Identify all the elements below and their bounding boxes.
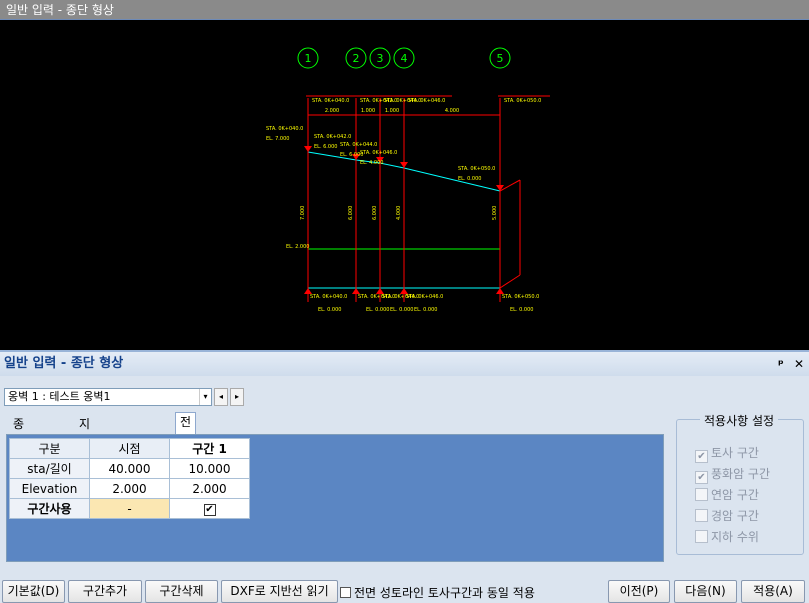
bottom-el-label: EL. 0.000: [390, 307, 413, 313]
height-label: 7.000: [300, 206, 306, 220]
cell-start-sta[interactable]: 40.000: [89, 458, 170, 479]
setting-soft-rock[interactable]: 연암 구간: [695, 486, 759, 503]
bottom-el-label: EL. 0.000: [366, 307, 389, 313]
station-marker-label: 4: [401, 52, 408, 65]
dimension-label: 4.000: [445, 108, 459, 114]
bottom-sta-label: STA. 0K+046.0: [406, 294, 443, 300]
bottom-sta-label: STA. 0K+050.0: [502, 294, 539, 300]
panel-header: 일반 입력 - 종단 형상 ᵖ ✕: [0, 352, 809, 376]
ground-el-label: EL. 7.000: [266, 136, 289, 142]
tab-ground-rock[interactable]: 지반선/암선 정보: [74, 414, 99, 539]
setting-groundwater[interactable]: 지하 수위: [695, 528, 759, 545]
cell-start-elevation[interactable]: 2.000: [89, 478, 170, 499]
profile-drawing: 1 2 3 4 5 STA. 0K+040.0 EL. 0.000 7.000 STA. 0K+…: [266, 47, 550, 313]
cell-seg1-length[interactable]: 10.000: [169, 458, 250, 479]
wall-selector[interactable]: 옹벽 1 : 테스트 옹벽1 ▾: [4, 388, 212, 406]
same-apply-checkbox[interactable]: [340, 587, 351, 598]
tab-front-soil[interactable]: 전면 토사: [175, 412, 197, 483]
apply-button[interactable]: 적용(A): [741, 580, 805, 603]
bottom-sta-label: STA. 0K+040.0: [310, 294, 347, 300]
next-wall-button[interactable]: ▸: [230, 388, 244, 406]
cad-drawing-canvas[interactable]: 1 2 3 4 5 STA. 0K+040.0 EL. 0.000 7.000 STA. 0K+…: [0, 20, 809, 350]
default-button[interactable]: 기본값(D): [2, 580, 65, 603]
settings-title: 적용사항 설정: [700, 412, 779, 429]
station-marker-label: 2: [353, 52, 360, 65]
checkbox[interactable]: ✔: [695, 471, 708, 484]
ground-sta-label: STA. 0K+044.0: [340, 142, 377, 148]
cell-seg1-elevation[interactable]: 2.000: [169, 478, 250, 499]
close-icon[interactable]: ✕: [794, 352, 804, 376]
table-row: sta/길이 40.000 10.000: [9, 458, 250, 479]
wall-selector-value: 옹벽 1 : 테스트 옹벽1: [8, 390, 111, 403]
window-title: 일반 입력 - 종단 형상: [0, 0, 809, 20]
ground-arrow: [304, 146, 312, 152]
next-button[interactable]: 다음(N): [674, 580, 737, 603]
mid-level-label: EL. 2.000: [286, 244, 309, 250]
checkbox[interactable]: [695, 530, 708, 543]
setting-weathered-rock[interactable]: ✔ 풍화암 구간: [695, 465, 770, 484]
chevron-down-icon[interactable]: ▾: [199, 389, 211, 405]
same-apply-option[interactable]: 전면 성토라인 토사구간과 동일 적용: [340, 584, 535, 601]
setting-label: 경암 구간: [711, 509, 759, 523]
row-label: Elevation: [9, 478, 90, 499]
cell-seg1-use[interactable]: ✔: [169, 498, 250, 519]
table-row: Elevation 2.000 2.000: [9, 478, 250, 499]
row-label: 구간사용: [9, 498, 90, 519]
station-marker-label: 3: [377, 52, 384, 65]
top-sta-label: STA. 0K+040.0: [312, 98, 349, 104]
ground-sta-label: STA. 0K+046.0: [360, 150, 397, 156]
dimension-label: 1.000: [361, 108, 375, 114]
data-grid: 구분 시점 구간 1 sta/길이 40.000 10.000 Elevatio…: [9, 438, 250, 519]
add-segment-button[interactable]: 구간추가: [68, 580, 142, 603]
ground-el-label: EL. 0.000: [458, 176, 481, 182]
ground-el-label: EL. 6.000: [314, 144, 337, 150]
wall-edge-line: [499, 274, 521, 289]
table-row: 구간사용 - ✔: [9, 498, 250, 519]
ground-sta-label: STA. 0K+042.0: [314, 134, 351, 140]
cell-start-use: -: [89, 498, 170, 519]
top-sta-label: STA. 0K+046.0: [408, 98, 445, 104]
station-marker-label: 1: [305, 52, 312, 65]
height-label: 6.000: [372, 206, 378, 220]
ground-sta-label: STA. 0K+050.0: [458, 166, 495, 172]
grid-header-segment1: 구간 1: [169, 438, 250, 459]
ground-sta-label: STA. 0K+040.0: [266, 126, 303, 132]
height-label: 4.000: [396, 206, 402, 220]
bottom-el-label: EL. 0.000: [414, 307, 437, 313]
data-grid-area: 구분 시점 구간 1 sta/길이 40.000 10.000 Elevatio…: [6, 434, 664, 562]
setting-label: 풍화암 구간: [711, 467, 771, 481]
top-sta-label: STA. 0K+050.0: [504, 98, 541, 104]
delete-segment-button[interactable]: 구간삭제: [145, 580, 218, 603]
bottom-el-label: EL. 0.000: [318, 307, 341, 313]
dxf-read-button[interactable]: DXF로 지반선 읽기: [221, 580, 338, 603]
prev-button[interactable]: 이전(P): [608, 580, 670, 603]
panel-title: 일반 입력 - 종단 형상: [4, 356, 124, 371]
segment-use-checkbox[interactable]: ✔: [203, 504, 216, 516]
height-label: 5.000: [492, 206, 498, 220]
same-apply-label: 전면 성토라인 토사구간과 동일 적용: [354, 586, 535, 600]
ground-el-label: EL. 4.000: [360, 160, 383, 166]
pin-icon[interactable]: ᵖ: [778, 352, 784, 376]
setting-soil[interactable]: ✔ 토사 구간: [695, 444, 759, 463]
height-label: 6.000: [348, 206, 354, 220]
setting-label: 연암 구간: [711, 488, 759, 502]
prev-wall-button[interactable]: ◂: [214, 388, 228, 406]
grid-header-category: 구분: [9, 438, 90, 459]
setting-label: 토사 구간: [711, 446, 759, 460]
row-label: sta/길이: [9, 458, 90, 479]
checkbox[interactable]: [695, 488, 708, 501]
checkbox[interactable]: ✔: [695, 450, 708, 463]
bottom-el-label: EL. 0.000: [510, 307, 533, 313]
grid-header-start: 시점: [89, 438, 170, 459]
dimension-label: 1.000: [385, 108, 399, 114]
dimension-label: 2.000: [325, 108, 339, 114]
setting-label: 지하 수위: [711, 530, 759, 544]
checkbox[interactable]: [695, 509, 708, 522]
setting-hard-rock[interactable]: 경암 구간: [695, 507, 759, 524]
station-marker-label: 5: [497, 52, 504, 65]
tab-profile-shape[interactable]: 종단 형상: [8, 414, 29, 485]
